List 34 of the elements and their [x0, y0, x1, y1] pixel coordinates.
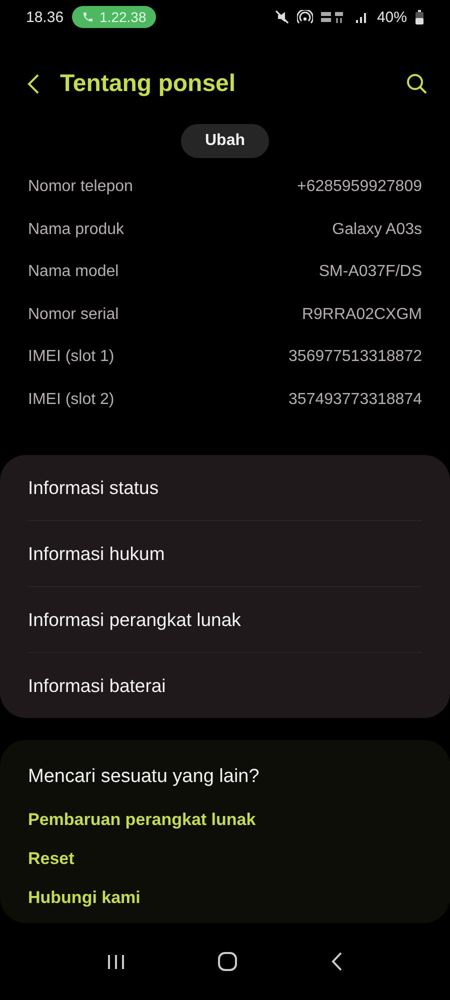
phone-icon — [82, 11, 94, 23]
home-button[interactable] — [218, 952, 238, 971]
battery-icon — [415, 10, 424, 24]
recent-apps-button[interactable] — [106, 954, 125, 970]
signal-icon — [354, 10, 369, 24]
hotspot-icon — [296, 10, 313, 24]
info-label: Nama model — [28, 263, 119, 282]
info-value: Galaxy A03s — [332, 220, 422, 239]
clock: 18.36 — [26, 8, 64, 26]
info-value: R9RRA02CXGM — [302, 306, 422, 324]
back-button[interactable] — [26, 73, 40, 95]
menu-item[interactable]: Informasi perangkat lunak — [28, 586, 422, 652]
page-title: Tentang ponsel — [60, 70, 237, 98]
search-button[interactable] — [406, 73, 428, 95]
info-label: Nomor telepon — [28, 178, 133, 196]
info-label: Nomor serial — [28, 306, 119, 324]
info-label: IMEI (slot 1) — [28, 348, 114, 366]
menu-item[interactable]: Informasi baterai — [28, 652, 422, 718]
menu-item[interactable]: Informasi hukum — [28, 520, 422, 586]
battery-percentage: 40% — [376, 8, 407, 26]
mute-icon — [274, 10, 289, 24]
edit-button[interactable]: Ubah — [181, 124, 269, 158]
info-value: 357493773318874 — [288, 390, 422, 409]
back-nav-button[interactable] — [331, 952, 344, 971]
info-value: SM-A037F/DS — [318, 263, 422, 282]
suggestion-link[interactable]: Hubungi kami — [28, 878, 140, 917]
info-value: +6285959927809 — [296, 178, 422, 196]
suggestion-title: Mencari sesuatu yang lain? — [28, 766, 260, 788]
info-label: IMEI (slot 2) — [28, 390, 114, 409]
suggestion-link[interactable]: Pembaruan perangkat lunak — [28, 800, 256, 839]
menu-item[interactable]: Informasi status — [28, 455, 422, 520]
info-label: Nama produk — [28, 220, 124, 239]
suggestion-link[interactable]: Reset — [28, 839, 74, 878]
info-value: 356977513318872 — [288, 348, 422, 366]
